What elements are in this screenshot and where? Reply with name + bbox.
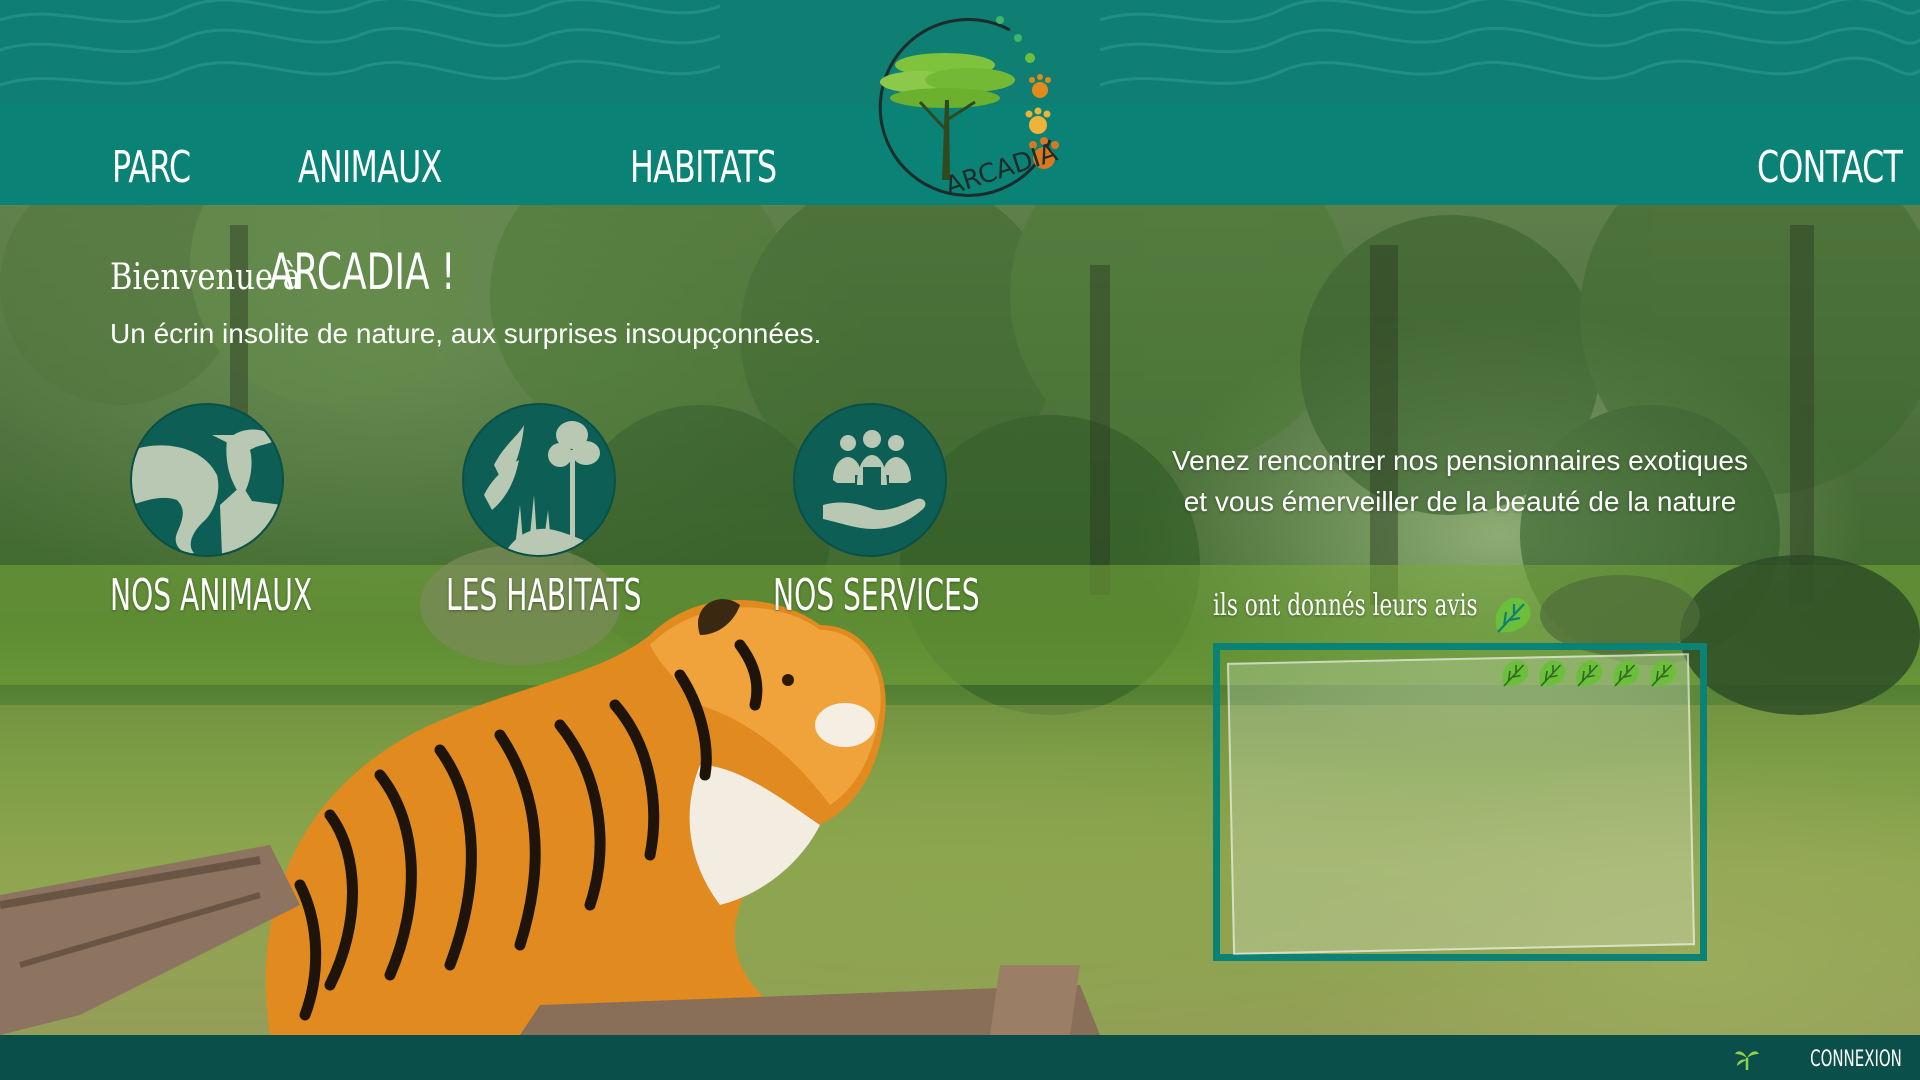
arcadia-logo[interactable]: ARCADIA — [850, 10, 1070, 205]
review-card[interactable] — [1226, 653, 1696, 955]
monstera-leaf-icon — [1495, 597, 1531, 633]
review-rating — [1498, 656, 1679, 692]
logo-text: ARCADIA — [942, 138, 1062, 202]
login-label: CONNEXION — [1810, 1046, 1902, 1072]
nav-parc[interactable]: PARC — [112, 143, 191, 193]
nav-habitats[interactable]: HABITATS — [630, 143, 777, 193]
reviews-title: ils ont donnés leurs avis — [1213, 588, 1478, 623]
feature-les-habitats[interactable]: LES HABITATS — [446, 403, 706, 633]
welcome-heading: Bienvenue à ARCADIA ! — [110, 242, 528, 315]
palm-sprout-icon — [1735, 1051, 1760, 1070]
feature-nos-services[interactable]: NOS SERVICES — [773, 403, 1033, 633]
feature-nos-animaux[interactable]: NOS ANIMAUX — [110, 403, 370, 633]
rating-leaf-icon — [1613, 660, 1640, 687]
rating-leaf-icon — [1539, 660, 1566, 687]
nav-animaux[interactable]: ANIMAUX — [298, 143, 442, 193]
nav-contact[interactable]: CONTACT — [1757, 143, 1903, 193]
rating-leaf-icon — [1576, 660, 1603, 687]
rating-leaf-icon — [1502, 660, 1529, 687]
feature-label: LES HABITATS — [446, 570, 642, 621]
invite-text: Venez rencontrer nos pensionnaires exoti… — [1110, 440, 1810, 522]
invite-line-2: et vous émerveiller de la beauté de la n… — [1183, 486, 1737, 517]
footer — [0, 1035, 1920, 1080]
feature-label: NOS ANIMAUX — [110, 570, 313, 621]
rating-leaf-icon — [1650, 660, 1677, 687]
feature-label: NOS SERVICES — [773, 570, 980, 621]
habitats-icon — [462, 403, 616, 557]
login-link[interactable]: CONNEXION — [1733, 1044, 1902, 1074]
tagline: Un écrin insolite de nature, aux surpris… — [110, 318, 822, 349]
welcome-name: ARCADIA ! — [269, 243, 456, 301]
invite-line-1: Venez rencontrer nos pensionnaires exoti… — [1172, 445, 1748, 476]
animals-icon — [130, 403, 284, 557]
services-icon — [793, 403, 947, 557]
